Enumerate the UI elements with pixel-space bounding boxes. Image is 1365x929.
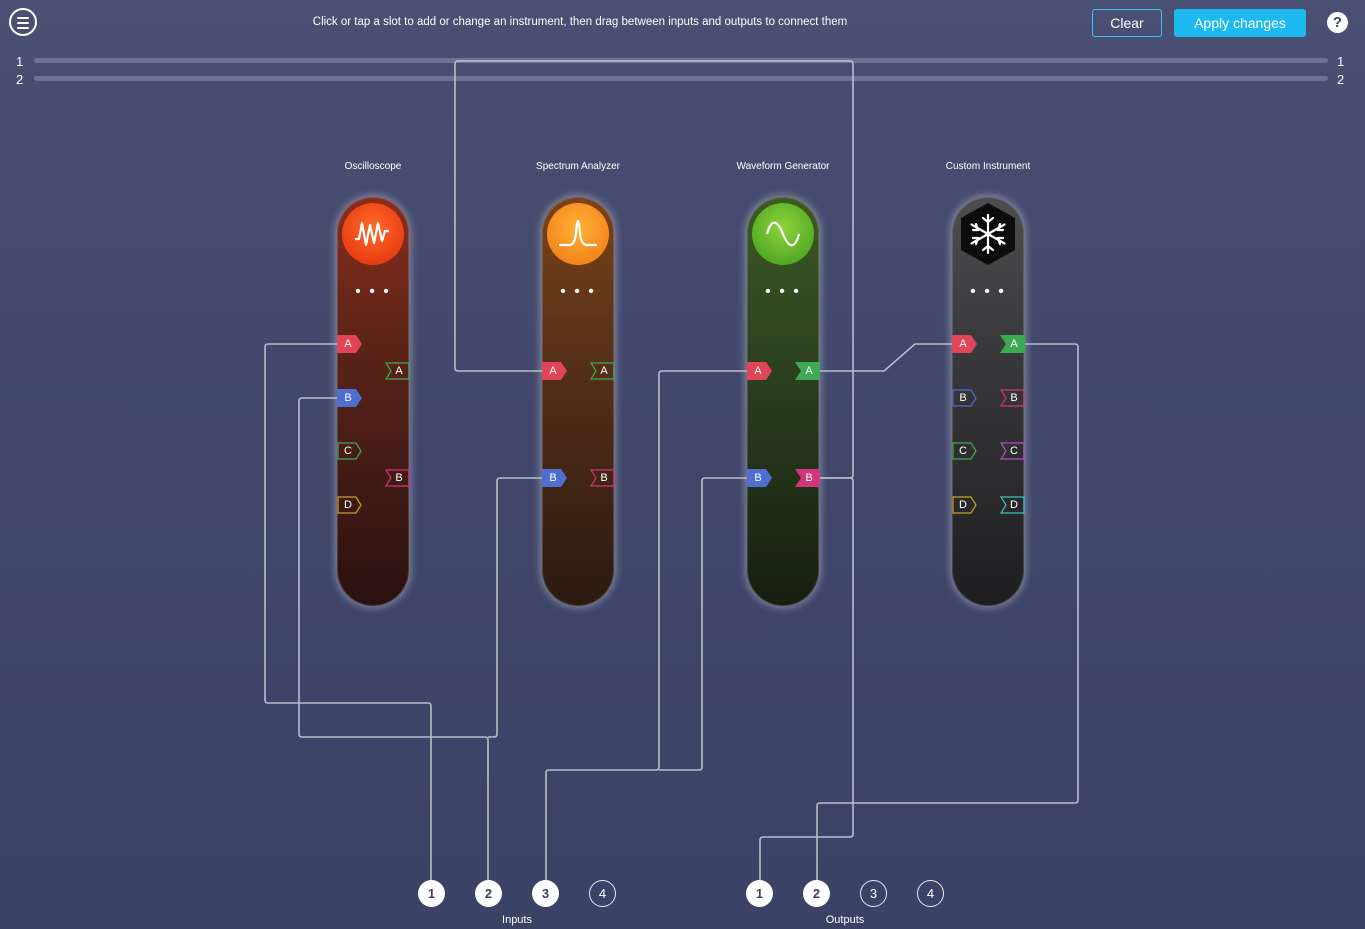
oscilloscope-input-b[interactable]: B [337, 389, 363, 407]
more-options-icon[interactable]: • • • [337, 283, 409, 301]
oscilloscope-input-c[interactable]: C [337, 442, 363, 460]
oscilloscope-input-a[interactable]: A [337, 335, 363, 353]
rail-2-left-label: 2 [16, 72, 24, 87]
help-icon[interactable]: ? [1327, 12, 1348, 33]
custom-instrument-title: Custom Instrument [945, 161, 1031, 172]
custom-instrument-output-d[interactable]: D [1000, 496, 1026, 514]
spectrum-analyzer-output-b[interactable]: B [590, 469, 616, 487]
spectrum-analyzer-input-b[interactable]: B [542, 469, 568, 487]
custom-instrument-output-c[interactable]: C [1000, 442, 1026, 460]
spectrum-analyzer-title: Spectrum Analyzer [536, 161, 620, 172]
output-channel-3[interactable]: 3 [860, 880, 887, 907]
waveform-generator-slot[interactable]: • • • [747, 197, 819, 606]
oscilloscope-output-b[interactable]: B [385, 469, 411, 487]
more-options-icon[interactable]: • • • [952, 283, 1024, 301]
output-channel-2[interactable]: 2 [803, 880, 830, 907]
outputs-label: Outputs [825, 914, 865, 926]
custom-instrument-input-c[interactable]: C [952, 442, 978, 460]
snowflake-icon [956, 201, 1020, 267]
connection-wires [264, 60, 1079, 880]
custom-instrument-input-a[interactable]: A [952, 335, 978, 353]
apply-changes-button[interactable]: Apply changes [1174, 9, 1306, 37]
waveform-generator-output-a[interactable]: A [795, 362, 821, 380]
custom-instrument-input-b[interactable]: B [952, 389, 978, 407]
rail-1-right-label: 1 [1337, 54, 1345, 69]
oscilloscope-title: Oscilloscope [344, 161, 402, 172]
more-options-icon[interactable]: • • • [747, 283, 819, 301]
waveform-generator-input-b[interactable]: B [747, 469, 773, 487]
more-options-icon[interactable]: • • • [542, 283, 614, 301]
waveform-generator-output-b[interactable]: B [795, 469, 821, 487]
waveform-generator-input-a[interactable]: A [747, 362, 773, 380]
spectrum-peak-icon [547, 203, 609, 265]
spectrum-analyzer-input-a[interactable]: A [542, 362, 568, 380]
menu-button[interactable] [9, 8, 37, 36]
rail-1[interactable] [34, 58, 1328, 63]
inputs-label: Inputs [502, 914, 532, 926]
rail-2[interactable] [34, 76, 1328, 81]
oscilloscope-icon [342, 203, 404, 265]
custom-instrument-output-b[interactable]: B [1000, 389, 1026, 407]
output-channel-1[interactable]: 1 [746, 880, 773, 907]
spectrum-analyzer-slot[interactable]: • • • [542, 197, 614, 606]
input-channel-4[interactable]: 4 [589, 880, 616, 907]
input-channel-1[interactable]: 1 [418, 880, 445, 907]
input-channel-3[interactable]: 3 [532, 880, 559, 907]
custom-instrument-output-a[interactable]: A [1000, 335, 1026, 353]
waveform-generator-title: Waveform Generator [736, 161, 830, 172]
instructions-text: Click or tap a slot to add or change an … [312, 16, 848, 28]
oscilloscope-input-d[interactable]: D [337, 496, 363, 514]
spectrum-analyzer-output-a[interactable]: A [590, 362, 616, 380]
custom-instrument-input-d[interactable]: D [952, 496, 978, 514]
clear-button[interactable]: Clear [1092, 9, 1162, 37]
sine-wave-icon [752, 203, 814, 265]
output-channel-4[interactable]: 4 [917, 880, 944, 907]
oscilloscope-output-a[interactable]: A [385, 362, 411, 380]
rail-1-left-label: 1 [16, 54, 24, 69]
rail-2-right-label: 2 [1337, 72, 1345, 87]
input-channel-2[interactable]: 2 [475, 880, 502, 907]
